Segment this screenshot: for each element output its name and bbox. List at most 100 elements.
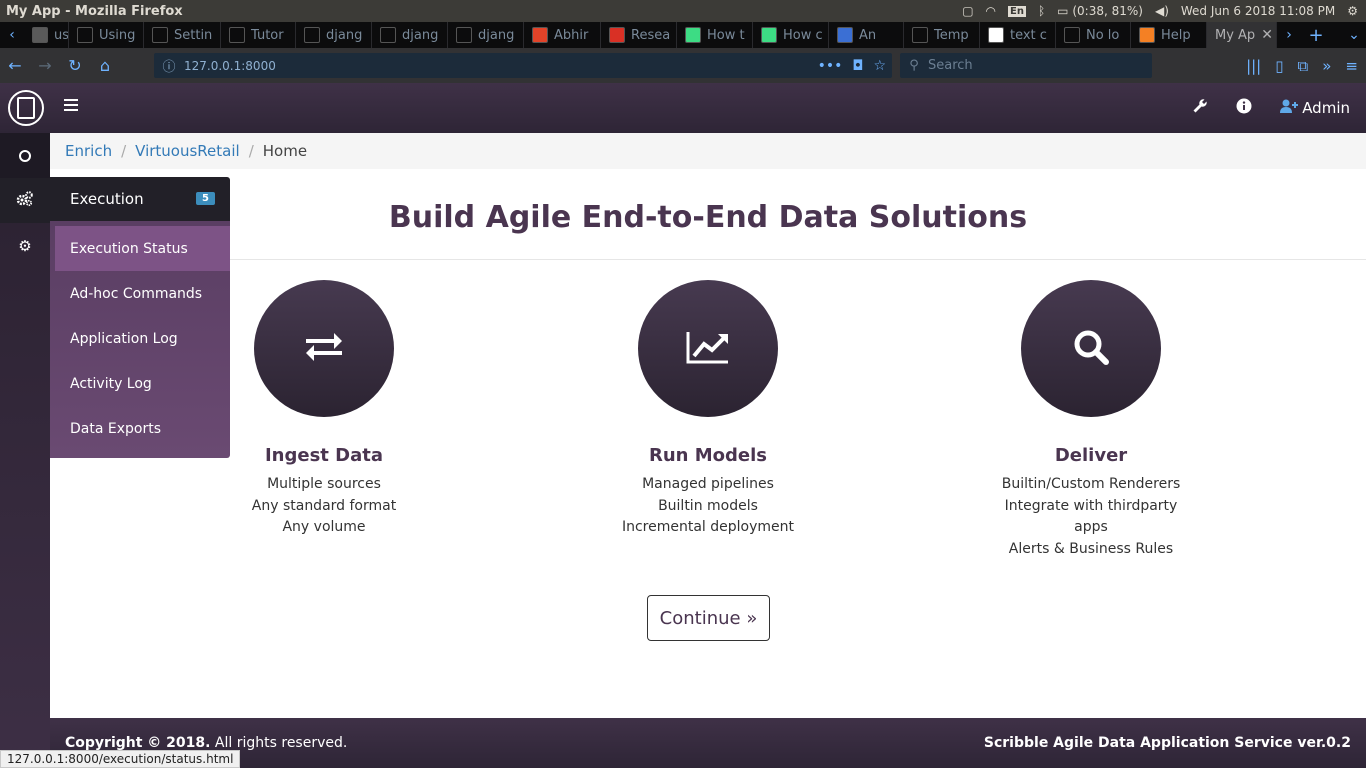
battery-status[interactable]: ▭ (0:38, 81%) bbox=[1057, 4, 1143, 18]
volume-icon[interactable]: ◀) bbox=[1155, 4, 1169, 18]
django-icon bbox=[152, 27, 168, 43]
browser-tab[interactable]: Temp bbox=[904, 22, 980, 48]
menu-item-data-exports[interactable]: Data Exports bbox=[55, 406, 230, 451]
breadcrumb: Enrich / VirtuousRetail / Home bbox=[50, 133, 1366, 169]
line-chart-icon bbox=[686, 330, 730, 368]
gmail-icon bbox=[609, 27, 625, 43]
screenshot-icon[interactable]: ⧉ bbox=[1298, 57, 1309, 75]
browser-tab[interactable]: usto bbox=[24, 22, 69, 48]
tab-label: Settin bbox=[174, 27, 213, 43]
url-bar[interactable]: ⓘ 127.0.0.1:8000 ••• ◘ ☆ bbox=[154, 53, 892, 78]
circle-icon bbox=[19, 149, 31, 162]
home-icon[interactable]: ⌂ bbox=[90, 56, 120, 75]
menu-item-application-log[interactable]: Application Log bbox=[55, 316, 230, 361]
info-icon[interactable]: ⓘ bbox=[154, 56, 184, 75]
browser-tab[interactable]: text c bbox=[980, 22, 1056, 48]
menu-icon[interactable]: ≡ bbox=[1345, 57, 1358, 75]
breadcrumb-link-enrich[interactable]: Enrich bbox=[65, 142, 112, 160]
user-plus-icon bbox=[1280, 99, 1299, 117]
menu-item-activity-log[interactable]: Activity Log bbox=[55, 361, 230, 406]
admin-menu[interactable]: Admin bbox=[1280, 99, 1350, 117]
battery-text: (0:38, 81%) bbox=[1072, 4, 1143, 18]
feature-ingest-data: Ingest Data Multiple sources Any standar… bbox=[209, 280, 439, 539]
browser-tab[interactable]: No lo bbox=[1056, 22, 1131, 48]
sidebar-icon[interactable]: ▯ bbox=[1275, 57, 1283, 75]
back-icon[interactable]: ← bbox=[0, 56, 30, 75]
os-top-bar: My App - Mozilla Firefox ▢ ◠ En ᛒ ▭ (0:3… bbox=[0, 0, 1366, 22]
s-icon bbox=[1139, 27, 1155, 43]
close-icon[interactable]: ✕ bbox=[1261, 27, 1273, 43]
tab-scroll-right-icon[interactable]: › bbox=[1277, 27, 1301, 43]
breadcrumb-link-virtuousretail[interactable]: VirtuousRetail bbox=[135, 142, 240, 160]
feature-line: Any volume bbox=[282, 519, 366, 535]
feature-lines: Multiple sources Any standard format Any… bbox=[209, 474, 439, 539]
bookmark-star-icon[interactable]: ☆ bbox=[873, 58, 886, 74]
pocket-icon[interactable]: ◘ bbox=[852, 58, 863, 74]
flyout-title-label: Execution bbox=[70, 190, 144, 208]
window-icon[interactable]: ▢ bbox=[962, 4, 973, 18]
wrench-icon[interactable] bbox=[1192, 98, 1208, 118]
browser-tab[interactable]: Help bbox=[1131, 22, 1207, 48]
library-icon[interactable]: ||| bbox=[1246, 57, 1261, 75]
feature-line: Builtin models bbox=[658, 497, 758, 514]
tab-scroll-left-icon[interactable]: ‹ bbox=[0, 27, 24, 43]
cogs-icon bbox=[16, 190, 34, 211]
bluetooth-icon[interactable]: ᛒ bbox=[1038, 4, 1045, 18]
clock[interactable]: Wed Jun 6 2018 11:08 PM bbox=[1181, 4, 1335, 18]
browser-tab[interactable]: How c bbox=[753, 22, 829, 48]
reload-icon[interactable]: ↻ bbox=[60, 56, 90, 75]
tab-label: usto bbox=[54, 27, 69, 43]
browser-tab[interactable]: Resea bbox=[601, 22, 677, 48]
browser-tab[interactable]: An bbox=[829, 22, 904, 48]
app-logo[interactable] bbox=[8, 90, 44, 126]
flyout-items: Execution Status Ad-hoc Commands Applica… bbox=[50, 221, 230, 458]
browser-tab[interactable]: djang bbox=[296, 22, 372, 48]
header-actions: Admin bbox=[1192, 83, 1350, 133]
browser-tab[interactable]: Tutor bbox=[221, 22, 296, 48]
page-icon bbox=[32, 27, 48, 43]
logo-mark bbox=[17, 97, 35, 119]
feature-run-models: Run Models Managed pipelines Builtin mod… bbox=[593, 280, 823, 539]
browser-tab[interactable]: Settin bbox=[144, 22, 221, 48]
browser-tab[interactable]: djang bbox=[372, 22, 448, 48]
rail-item-settings[interactable]: ⚙ bbox=[0, 223, 50, 268]
info-circle-icon[interactable] bbox=[1236, 98, 1252, 118]
rail-item-execution[interactable] bbox=[0, 178, 50, 223]
overflow-icon[interactable]: » bbox=[1322, 57, 1331, 75]
cog-icon: ⚙ bbox=[18, 236, 32, 255]
django-icon bbox=[77, 27, 93, 43]
hamburger-menu-icon[interactable] bbox=[64, 99, 78, 113]
footer-copyright: Copyright © 2018. All rights reserved. bbox=[65, 735, 347, 751]
tab-label: Help bbox=[1161, 27, 1191, 43]
wifi-icon[interactable]: ◠ bbox=[986, 4, 996, 18]
copyright-text: Copyright © 2018. bbox=[65, 735, 211, 751]
tab-active[interactable]: My Ap ✕ bbox=[1207, 22, 1277, 48]
window-title: My App - Mozilla Firefox bbox=[6, 3, 183, 19]
browser-tab[interactable]: Using bbox=[69, 22, 144, 48]
rail-item-home[interactable] bbox=[0, 133, 50, 178]
menu-item-adhoc-commands[interactable]: Ad-hoc Commands bbox=[55, 271, 230, 316]
tab-label: djang bbox=[326, 27, 363, 43]
page-actions-icon[interactable]: ••• bbox=[818, 58, 843, 74]
browser-tab[interactable]: How t bbox=[677, 22, 753, 48]
tab-list-icon[interactable]: ⌄ bbox=[1342, 27, 1366, 43]
continue-button[interactable]: Continue » bbox=[647, 595, 770, 641]
tutorial-icon bbox=[229, 27, 245, 43]
feature-deliver: Deliver Builtin/Custom Renderers Integra… bbox=[976, 280, 1206, 560]
tab-label: No lo bbox=[1086, 27, 1120, 43]
tab-label: An bbox=[859, 27, 877, 43]
flyout-title[interactable]: Execution 5 bbox=[50, 177, 230, 221]
tab-label: My Ap bbox=[1215, 27, 1256, 43]
new-tab-icon[interactable]: + bbox=[1301, 25, 1331, 46]
gear-icon[interactable]: ⚙ bbox=[1347, 4, 1358, 18]
github-icon bbox=[1064, 27, 1080, 43]
search-input[interactable]: ⚲ Search bbox=[900, 53, 1152, 78]
feature-lines: Managed pipelines Builtin models Increme… bbox=[593, 474, 823, 539]
feature-line: Managed pipelines bbox=[642, 476, 774, 492]
browser-tab[interactable]: djang bbox=[448, 22, 524, 48]
browser-tab[interactable]: Abhir bbox=[524, 22, 601, 48]
url-text[interactable]: 127.0.0.1:8000 bbox=[184, 59, 276, 73]
menu-item-execution-status[interactable]: Execution Status bbox=[55, 226, 230, 271]
forward-icon[interactable]: → bbox=[30, 56, 60, 75]
keyboard-layout[interactable]: En bbox=[1008, 5, 1026, 17]
